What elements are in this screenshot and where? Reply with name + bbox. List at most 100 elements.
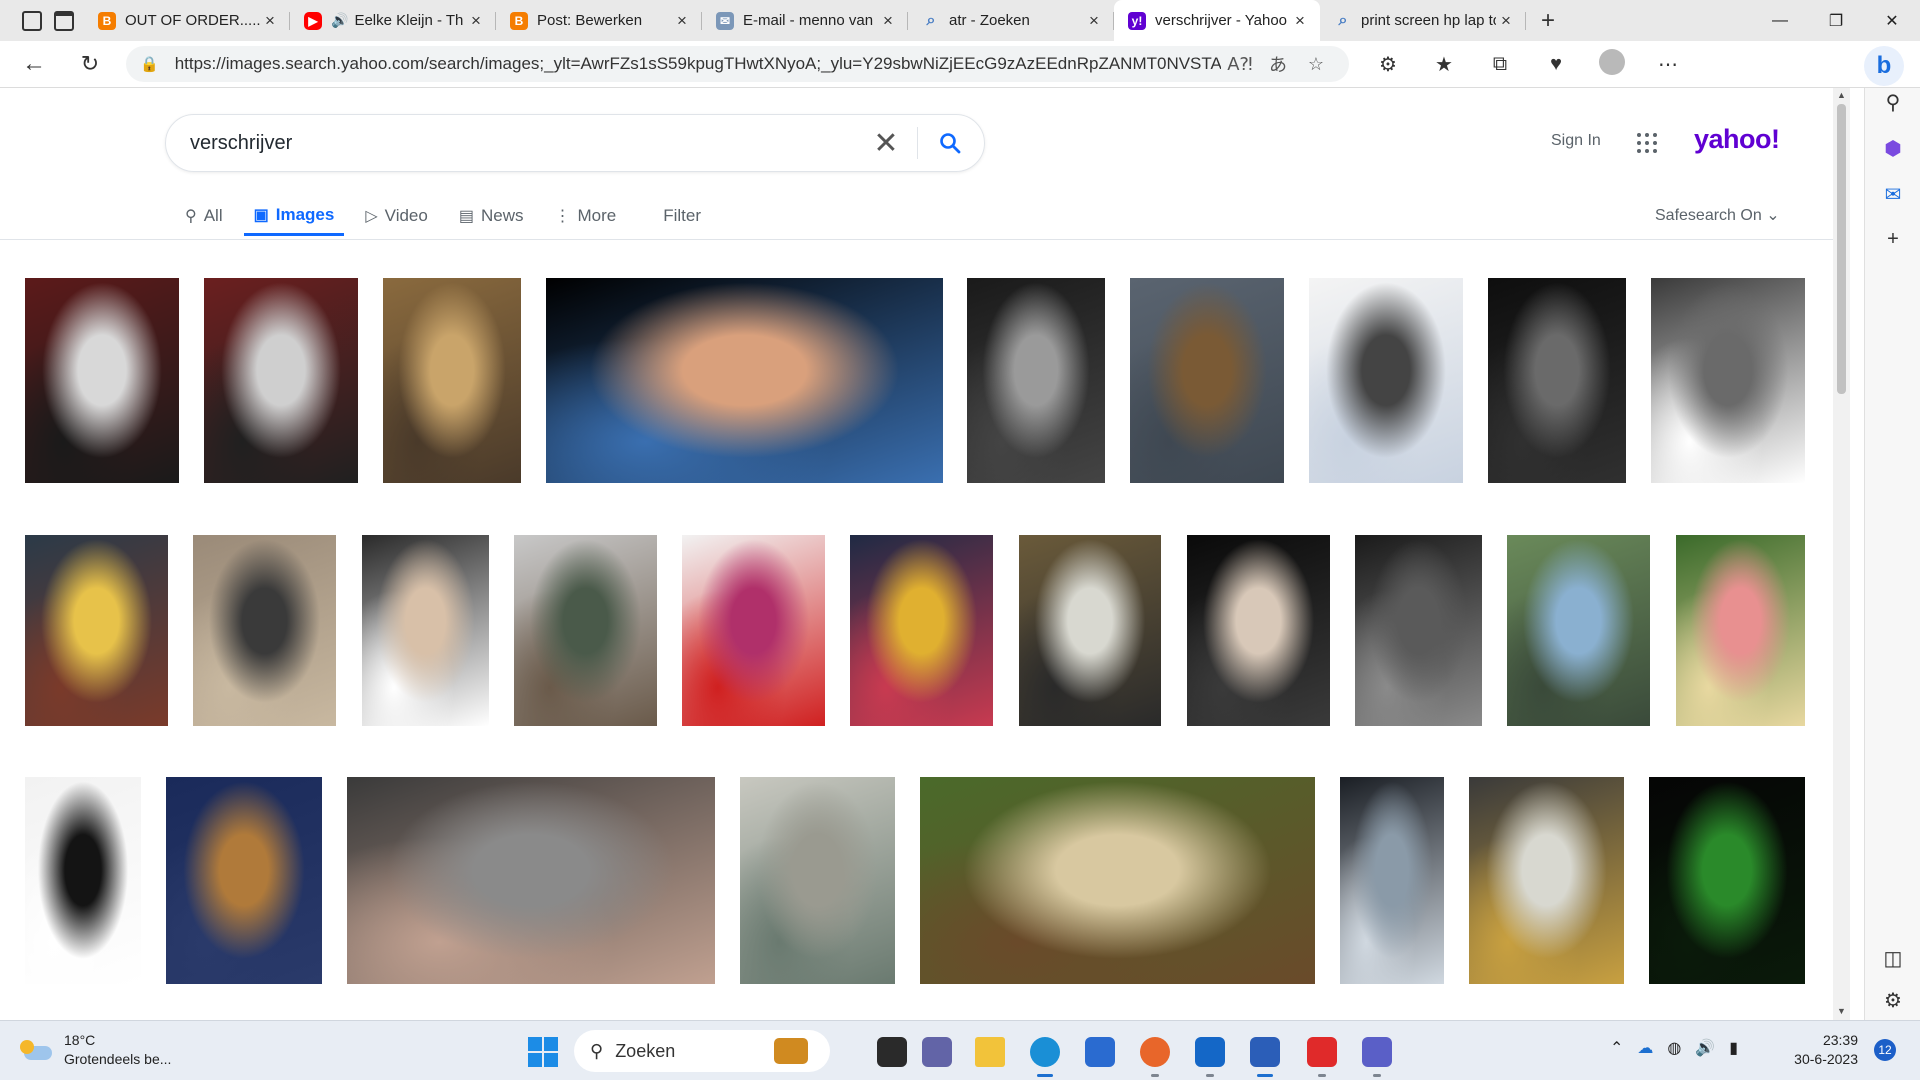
close-window-button[interactable]: ✕ [1864, 0, 1920, 41]
close-tab-icon[interactable]: × [260, 11, 280, 31]
image-result-woman-by-lake-garden[interactable] [1507, 535, 1650, 726]
read-aloud-icon[interactable]: A⁈ [1221, 54, 1259, 75]
sidebar-settings-icon[interactable]: ⚙ [1865, 988, 1920, 1013]
minimize-button[interactable]: — [1752, 0, 1808, 41]
sidebar-split-icon[interactable]: ◫ [1865, 946, 1920, 971]
browser-tab[interactable]: B Post: Bewerken × [496, 0, 702, 41]
firefox-icon[interactable] [1140, 1037, 1170, 1067]
image-result-skull-cabinet-on-wall[interactable] [1130, 278, 1284, 483]
image-result-colorful-painting-on-wall[interactable] [850, 535, 993, 726]
sidebar-search-icon[interactable]: ⚲ [1865, 90, 1920, 115]
scroll-up-arrow-icon[interactable]: ▲ [1833, 90, 1850, 100]
onedrive-icon[interactable]: ☁ [1637, 1038, 1653, 1058]
image-result-roddels-quote-screenshot[interactable] [25, 777, 141, 984]
page-scrollbar[interactable]: ▲ ▼ [1833, 88, 1850, 1020]
task-view-icon[interactable] [877, 1037, 907, 1067]
image-result-game-of-thrones-poster[interactable] [1340, 777, 1444, 984]
browser-tab[interactable]: y! verschrijver - Yahoo × [1114, 0, 1320, 41]
image-result-webpage-woman-portrait[interactable] [1309, 278, 1463, 483]
image-result-arched-windows-room[interactable] [166, 777, 322, 984]
microsoft-store-icon[interactable] [1085, 1037, 1115, 1067]
bing-copilot-icon[interactable]: b [1864, 46, 1904, 86]
word-icon[interactable] [1250, 1037, 1280, 1067]
restore-button[interactable]: ❐ [1808, 0, 1864, 41]
image-result-man-in-car-selfie[interactable] [25, 278, 179, 483]
browser-tab[interactable]: ▶ 🔊 Eelke Kleijn - Th × [290, 0, 496, 41]
tab-images[interactable]: ▣ Images [243, 196, 345, 236]
new-tab-button[interactable]: + [1526, 7, 1570, 35]
browser-tab[interactable]: B OUT OF ORDER.......a× [84, 0, 290, 41]
image-result-bald-man-and-earth[interactable] [546, 278, 943, 483]
image-result-man-with-fairy-lights[interactable] [967, 278, 1105, 483]
tab-video[interactable]: ▷ Video [365, 196, 428, 236]
image-result-man-at-restaurant[interactable] [383, 278, 521, 483]
image-result-cat-painting-shop-window[interactable] [920, 777, 1315, 984]
file-explorer-icon[interactable] [975, 1037, 1005, 1067]
image-result-dark-stairway-arch[interactable] [1355, 535, 1482, 726]
favorites-icon[interactable]: ★ [1416, 52, 1472, 77]
url-box[interactable]: 🔒 https://images.search.yahoo.com/search… [126, 46, 1349, 82]
close-tab-icon[interactable]: × [1290, 11, 1310, 31]
teams-icon[interactable] [1362, 1037, 1392, 1067]
sidebar-office-icon[interactable]: ⬢ [1865, 136, 1920, 161]
notification-badge[interactable]: 12 [1874, 1039, 1896, 1061]
lock-icon[interactable]: 🔒 [140, 55, 159, 73]
taskbar-search[interactable]: ⚲ Zoeken [574, 1030, 830, 1072]
back-button[interactable]: ← [12, 46, 56, 82]
image-result-store-interior[interactable] [740, 777, 895, 984]
weather-widget[interactable]: 18°C Grotendeels be... [20, 1031, 171, 1069]
browser-tab[interactable]: ⌕ print screen hp lap to × [1320, 0, 1526, 41]
outlook-icon[interactable] [1195, 1037, 1225, 1067]
safesearch-dropdown[interactable]: Safesearch On ⌄ [1655, 205, 1780, 225]
collections-icon[interactable]: ⧉ [1472, 53, 1528, 76]
apps-grid-icon[interactable] [1637, 133, 1657, 153]
image-result-man-looking-at-phone[interactable] [514, 535, 657, 726]
search-button[interactable] [928, 123, 972, 163]
battery-icon[interactable]: ▮ [1729, 1038, 1738, 1058]
volume-icon[interactable]: 🔊 [1695, 1038, 1715, 1058]
browser-tab[interactable]: ⌕ atr - Zoeken × [908, 0, 1114, 41]
scroll-thumb[interactable] [1837, 104, 1846, 394]
image-result-horse-with-hay[interactable] [1469, 777, 1624, 984]
tab-news[interactable]: ▤ News [459, 196, 524, 236]
close-tab-icon[interactable]: × [1084, 11, 1104, 31]
workspaces-icon[interactable] [22, 10, 42, 31]
audio-playing-icon[interactable]: 🔊 [331, 12, 348, 29]
extensions-icon[interactable]: ⚙ [1360, 52, 1416, 77]
image-result-green-blur-dark[interactable] [1649, 777, 1805, 984]
tab-more[interactable]: ⋮ More [554, 196, 616, 236]
show-hidden-icons-chevron-icon[interactable]: ⌃ [1610, 1038, 1623, 1058]
image-result-a-hunch-poster[interactable] [362, 535, 489, 726]
image-result-painting-yellow-frame[interactable] [25, 535, 168, 726]
image-result-woman-with-phone[interactable] [193, 535, 336, 726]
refresh-button[interactable]: ↻ [68, 46, 112, 82]
favorite-star-icon[interactable]: ☆ [1297, 54, 1335, 75]
image-result-man-in-car-selfie-2[interactable] [204, 278, 358, 483]
filter-button[interactable]: Filter [663, 196, 701, 236]
image-result-person-with-fairy-lights[interactable] [1488, 278, 1626, 483]
image-result-cat-painting-record-shop[interactable] [1019, 535, 1161, 726]
url-text[interactable]: https://images.search.yahoo.com/search/i… [175, 54, 1221, 74]
tab-actions-menu-icon[interactable] [54, 10, 74, 31]
clear-search-icon[interactable]: ✕ [866, 123, 906, 163]
sidebar-add-icon[interactable]: + [1865, 228, 1920, 251]
image-result-blonde-woman-pink-top[interactable] [1676, 535, 1805, 726]
image-result-kitten-on-laptop[interactable] [347, 777, 715, 984]
close-tab-icon[interactable]: × [466, 11, 486, 31]
browser-essentials-icon[interactable]: ♥ [1528, 53, 1584, 76]
image-result-woman-red-top-flowers[interactable] [682, 535, 825, 726]
close-tab-icon[interactable]: × [672, 11, 692, 31]
close-tab-icon[interactable]: × [878, 11, 898, 31]
start-button[interactable] [528, 1037, 558, 1067]
yahoo-logo[interactable]: yahoo! [1694, 124, 1780, 155]
browser-tab[interactable]: ✉ E-mail - menno van × [702, 0, 908, 41]
search-input[interactable] [190, 115, 810, 171]
close-tab-icon[interactable]: × [1496, 11, 1516, 31]
edge-browser-icon[interactable] [1030, 1037, 1060, 1067]
sign-in-link[interactable]: Sign In [1551, 132, 1601, 150]
profile-avatar[interactable] [1584, 48, 1640, 81]
sidebar-outlook-icon[interactable]: ✉ [1865, 182, 1920, 207]
scroll-down-arrow-icon[interactable]: ▼ [1833, 1006, 1850, 1016]
image-result-sign-on-wall[interactable] [1651, 278, 1805, 483]
teams-chat-icon[interactable] [922, 1037, 952, 1067]
